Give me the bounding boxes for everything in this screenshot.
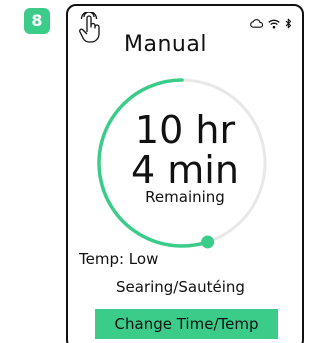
- device-display: Manual 10 hr 4 min Remaining Temp: Low S…: [66, 4, 304, 343]
- wifi-icon: [268, 19, 280, 29]
- change-time-temp-button[interactable]: Change Time/Temp: [95, 309, 278, 339]
- bluetooth-icon: [285, 18, 292, 29]
- time-hours: 10 hr: [134, 108, 236, 152]
- status-bar: [250, 18, 292, 29]
- timer-progress-knob: [201, 235, 215, 249]
- mode-title: Manual: [124, 32, 207, 57]
- step-badge: 8: [24, 8, 50, 34]
- touch-hand-icon: [77, 10, 103, 46]
- cooking-mode-label: Searing/Sautéing: [116, 278, 245, 296]
- cloud-icon: [250, 19, 263, 28]
- screen: 8 Manual 10 hr 4 min Remaining Temp: Low…: [0, 0, 328, 343]
- remaining-label: Remaining: [145, 188, 225, 206]
- temp-label[interactable]: Temp: Low: [79, 250, 158, 268]
- time-minutes: 4 min: [131, 148, 239, 192]
